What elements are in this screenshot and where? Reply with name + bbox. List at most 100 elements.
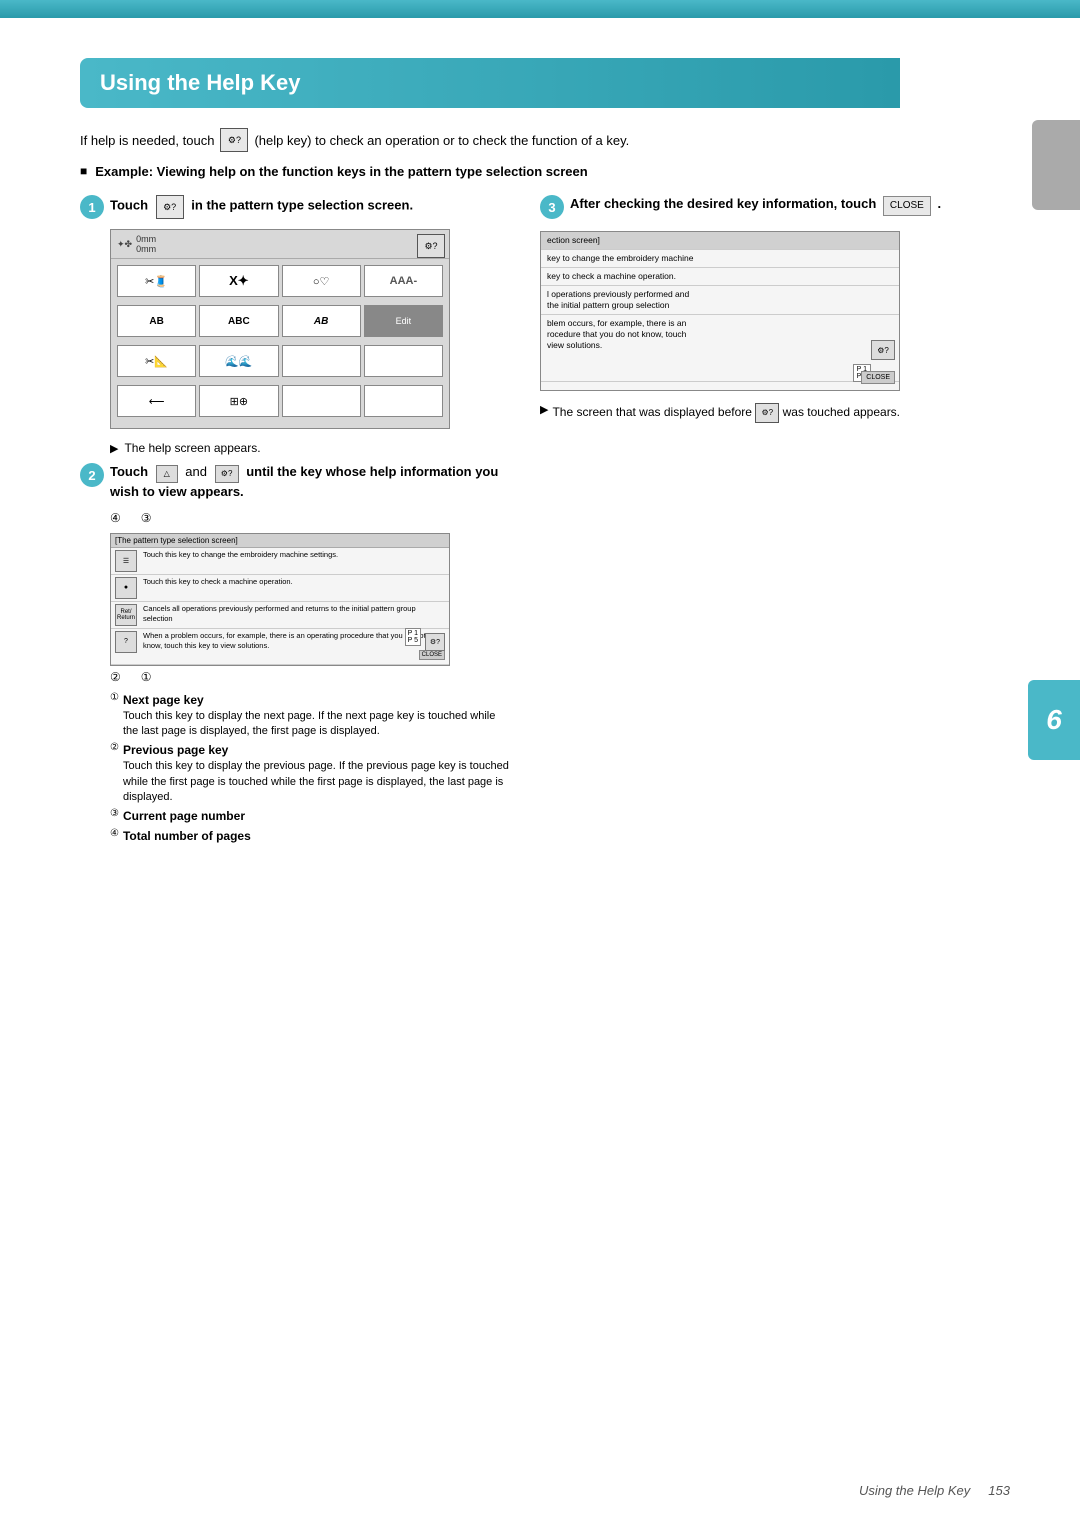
legend-num-1: ① xyxy=(110,692,119,703)
step2-touch: Touch xyxy=(110,464,148,479)
nav-labels-top: ④ ③ xyxy=(110,511,510,525)
pattern-cell-3: ○♡ xyxy=(282,265,361,297)
nav-label-1: ① xyxy=(141,670,152,684)
step1-touch: Touch xyxy=(110,198,148,213)
step2-row-text-4: When a problem occurs, for example, ther… xyxy=(143,631,445,651)
step2-row-icon-4: ? xyxy=(115,631,137,653)
nav-label-2: ② xyxy=(110,670,121,684)
machine-screen: ✦✤ 0mm0mm ✂🧵 X✦ ○♡ AAA- AB ABC AB Edit ✂… xyxy=(110,229,450,429)
step1-text-after: in the pattern type selection screen. xyxy=(191,198,413,213)
pattern-cell-13: ⟵ xyxy=(117,385,196,417)
step2-header: 2 Touch △ and ⚙? until the key whose hel… xyxy=(80,463,510,501)
top-bar xyxy=(0,0,1080,18)
close-button-display: CLOSE xyxy=(883,196,931,216)
step2-row-icon-3: Ret/Return xyxy=(115,604,137,626)
page-footer: Using the Help Key 153 xyxy=(859,1483,1010,1498)
legend-content-1: Next page key Touch this key to display … xyxy=(123,692,510,740)
nav-labels-bottom: ② ① xyxy=(110,670,510,684)
step2-icon1: △ xyxy=(156,465,178,483)
step1-header: 1 Touch ⚙? in the pattern type selection… xyxy=(80,195,510,219)
legend-item-2: ② Previous page key Touch this key to di… xyxy=(110,742,510,805)
step1-note: The help screen appears. xyxy=(110,441,510,455)
pattern-cell-7: AB xyxy=(282,305,361,337)
step3-note-after: was touched appears. xyxy=(783,405,900,419)
legend-item-3: ③ Current page number xyxy=(110,808,510,825)
step2-row-text-2: Touch this key to check a machine operat… xyxy=(143,577,445,587)
step3-note-icon: ⚙? xyxy=(755,403,779,423)
step2-text: Touch △ and ⚙? until the key whose help … xyxy=(110,463,510,501)
step2-row-text-3: Cancels all operations previously perfor… xyxy=(143,604,445,624)
step3-row-3: l operations previously performed andthe… xyxy=(541,286,899,315)
help-key-icon: ⚙? xyxy=(220,128,248,152)
legend-main-2: Previous page key xyxy=(123,742,510,759)
step1-circle: 1 xyxy=(80,195,104,219)
step3-row-0: ection screen] xyxy=(541,232,899,250)
step2-row-icon-2: ● xyxy=(115,577,137,599)
intro-before: If help is needed, touch xyxy=(80,133,214,148)
step2-row-2: ● Touch this key to check a machine oper… xyxy=(111,575,449,602)
step3-header: 3 After checking the desired key informa… xyxy=(540,195,1010,219)
pattern-cell-9: ✂📐 xyxy=(117,345,196,377)
footer-text: Using the Help Key xyxy=(859,1483,970,1498)
step3-main-text: After checking the desired key informati… xyxy=(570,196,876,211)
pattern-cell-edit: Edit xyxy=(364,305,443,337)
legend-num-4: ④ xyxy=(110,828,119,839)
pattern-cell-10: 🌊🌊 xyxy=(199,345,278,377)
example-text: Example: Viewing help on the function ke… xyxy=(95,164,587,179)
legend-main-4: Total number of pages xyxy=(123,828,251,845)
page-title: Using the Help Key xyxy=(100,70,300,96)
step2-row-3: Ret/Return Cancels all operations previo… xyxy=(111,602,449,629)
legend-main-3: Current page number xyxy=(123,808,245,825)
pattern-cell-12 xyxy=(364,345,443,377)
step2-row-icon-1: ☰ xyxy=(115,550,137,572)
right-column: 3 After checking the desired key informa… xyxy=(540,195,1010,848)
step2-icon2: ⚙? xyxy=(215,465,239,483)
step3-note-text: The screen that was displayed before ⚙? … xyxy=(552,403,900,423)
step2-help-icon: ⚙? xyxy=(425,633,445,651)
nav-label-3: ③ xyxy=(141,511,152,525)
pattern-cell-6: ABC xyxy=(199,305,278,337)
step2-row-4: ? When a problem occurs, for example, th… xyxy=(111,629,449,665)
legend-content-3: Current page number xyxy=(123,808,245,825)
step3-circle: 3 xyxy=(540,195,564,219)
pattern-cell-2: X✦ xyxy=(199,265,278,297)
legend-main-1: Next page key xyxy=(123,692,510,709)
step3-screen: ection screen] key to change the embroid… xyxy=(540,231,900,391)
legend-content-4: Total number of pages xyxy=(123,828,251,845)
step3-row-1: key to change the embroidery machine xyxy=(541,250,899,268)
step2-and: and xyxy=(185,464,207,479)
legend-desc-1: Touch this key to display the next page.… xyxy=(123,709,510,740)
two-column-layout: 1 Touch ⚙? in the pattern type selection… xyxy=(80,195,1010,848)
step2-screen-header: [The pattern type selection screen] xyxy=(111,534,449,548)
legend-item-1: ① Next page key Touch this key to displa… xyxy=(110,692,510,740)
example-intro: Example: Viewing help on the function ke… xyxy=(80,164,1010,179)
step2-circle: 2 xyxy=(80,463,104,487)
close-btn-small[interactable]: CLOSE xyxy=(419,650,445,660)
pattern-cell-14: ⊞⊕ xyxy=(199,385,278,417)
step3-note: The screen that was displayed before ⚙? … xyxy=(540,403,1010,423)
step3-help-icon: ⚙? xyxy=(871,340,895,360)
legend-num-3: ③ xyxy=(110,808,119,819)
step2-row-text-1: Touch this key to change the embroidery … xyxy=(143,550,445,560)
legend-item-4: ④ Total number of pages xyxy=(110,828,510,845)
close-button[interactable]: CLOSE xyxy=(861,371,895,384)
step3-note-main: The screen that was displayed before xyxy=(552,405,751,419)
mm-display: 0mm0mm xyxy=(136,234,156,254)
page-content: Using the Help Key If help is needed, to… xyxy=(0,18,1080,1528)
intro-after: (help key) to check an operation or to c… xyxy=(254,133,629,148)
intro-text: If help is needed, touch ⚙? (help key) t… xyxy=(80,128,1010,152)
step2-row-1: ☰ Touch this key to change the embroider… xyxy=(111,548,449,575)
pattern-cell-4: AAA- xyxy=(364,265,443,297)
step1-help-icon: ⚙? xyxy=(156,195,184,219)
pattern-cell-1: ✂🧵 xyxy=(117,265,196,297)
pattern-cell-15 xyxy=(282,385,361,417)
pattern-grid: ✂🧵 X✦ ○♡ AAA- AB ABC AB Edit ✂📐 🌊🌊 ⟵ ⊞⊕ xyxy=(111,259,449,428)
step3-row-4: blem occurs, for example, there is anroc… xyxy=(541,315,899,382)
legend-content-2: Previous page key Touch this key to disp… xyxy=(123,742,510,805)
page-indicator: P 1P 5 xyxy=(405,628,421,646)
nav-label-4: ④ xyxy=(110,511,121,525)
pattern-cell-11 xyxy=(282,345,361,377)
numbered-legend: ① Next page key Touch this key to displa… xyxy=(110,692,510,845)
screen-icon: ✦✤ xyxy=(117,239,132,250)
step1-text: Touch ⚙? in the pattern type selection s… xyxy=(110,195,413,219)
